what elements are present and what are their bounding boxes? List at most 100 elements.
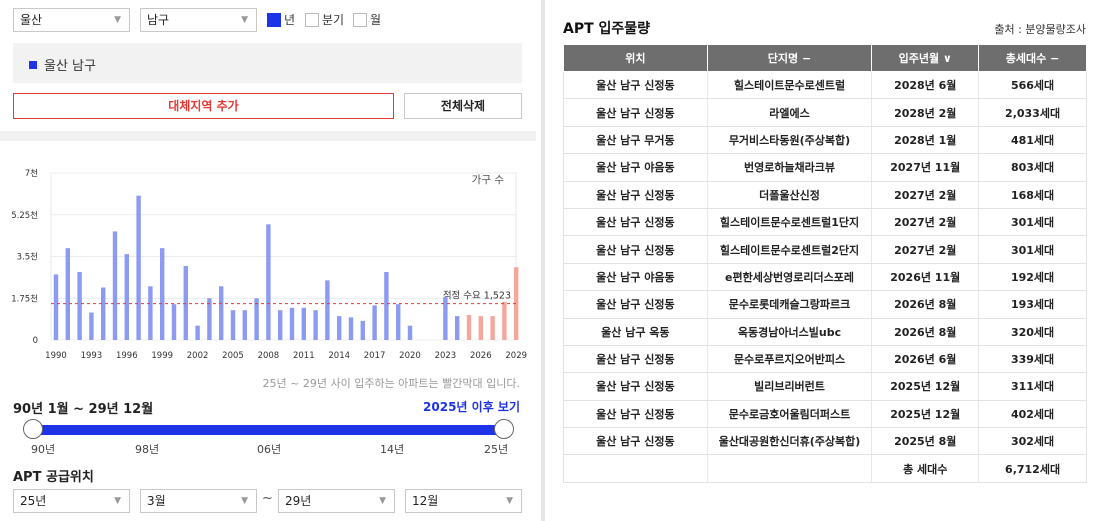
bar-2027 [490,316,495,340]
cell-location: 울산 남구 무거동 [563,126,708,155]
cell-move-in: 2026년 6월 [871,345,979,374]
bar-2015 [348,317,354,340]
y-axis-label: 가구 수 [472,174,505,186]
cell-complex: 빌리브리버런트 [706,372,872,401]
delete-all-button[interactable]: 전체삭제 [404,93,522,119]
bar-2020 [407,325,413,340]
apt-section-title: APT 입주물량 [563,21,651,37]
x-tick-label: 2020 [399,351,421,361]
y-tick-label: 0 [33,336,38,346]
y-tick-label: 7천 [25,168,38,179]
to-month-select[interactable]: 12월 ▼ [405,489,522,513]
checkbox-quarter[interactable]: 분기 [305,11,344,29]
cell-households: 402세대 [978,400,1087,429]
cell-location: 울산 남구 신정동 [563,181,708,209]
x-tick-label: 2014 [328,351,350,361]
table-row[interactable]: 울산 남구 신정동 울산대공원한신더휴(주상복합) 2025년 8월 302세대 [563,427,1087,456]
selected-region-panel: 울산 남구 [13,43,522,83]
column-header-complex[interactable]: 단지명 − [706,44,873,72]
cell-location: 울산 남구 신정동 [563,208,708,237]
legend-square-icon [29,61,37,69]
cell-households: 803세대 [978,153,1087,182]
table-row[interactable]: 울산 남구 무거동 무거비스타동원(주상복합) 2028년 1월 481세대 [563,126,1087,155]
from-month-select[interactable]: 3월 ▼ [140,489,257,513]
x-tick-label: 1999 [151,351,173,361]
table-row[interactable]: 울산 남구 신정동 힐스테이트문수로센트럴 2028년 6월 566세대 [563,71,1087,100]
table-row[interactable]: 울산 남구 신정동 더폴울산신정 2027년 2월 168세대 [563,181,1087,209]
bar-1995 [112,231,118,340]
column-header-move-in[interactable]: 입주년월 ∨ [871,44,980,72]
x-tick-label: 2023 [435,351,457,361]
table-row[interactable]: 울산 남구 신정동 힐스테이트문수로센트럴1단지 2027년 2월 301세대 [563,208,1087,237]
reference-line-value: 1,523 [484,291,511,302]
range-label: 14년 [380,443,405,456]
range-label: 90년 [31,443,56,456]
x-tick-label: 1993 [81,351,103,361]
x-tick-label: 2011 [293,351,315,361]
city-select[interactable]: 울산 ▼ [13,8,130,32]
from-year-select[interactable]: 25년 ▼ [13,489,130,513]
range-slider-start-handle[interactable] [23,419,43,439]
cell-households: 481세대 [978,126,1087,155]
range-slider-track[interactable] [33,425,505,435]
district-select[interactable]: 남구 ▼ [140,8,257,32]
to-year-value: 29년 [285,494,312,508]
range-slider-end-handle[interactable] [494,419,514,439]
after-2025-link[interactable]: 2025년 이후 보기 [423,398,520,415]
y-tick-label: 1.75천 [11,293,38,304]
add-region-button[interactable]: 대체지역 추가 [13,93,394,119]
supply-bar-chart: 0 1.75천 3.5천 5.25천 7천적정 수요 1,523 가구 수 1990 1993 1… [11,168,527,361]
cell-move-in: 2027년 2월 [871,235,979,264]
cell-move-in: 2028년 1월 [871,126,979,155]
city-select-value: 울산 [20,13,43,27]
table-row[interactable]: 울산 남구 신정동 문수로롯데캐슬그랑파르크 2026년 8월 193세대 [563,290,1087,319]
checkbox-month[interactable]: 월 [353,11,381,29]
table-row[interactable]: 울산 남구 신정동 힐스테이트문수로센트럴2단지 2027년 2월 301세대 [563,235,1087,264]
table-row[interactable]: 울산 남구 신정동 문수로금호어울림더퍼스트 2025년 12월 402세대 [563,400,1087,429]
cell-location: 울산 남구 신정동 [563,98,708,127]
to-year-select[interactable]: 29년 ▼ [278,489,395,513]
cell-households: 301세대 [978,208,1087,237]
reference-line-label: 적정 수요 1,523 [443,290,511,302]
bar-2005 [230,310,236,340]
cell-complex: 문수로금호어울림더퍼스트 [706,400,872,429]
cell-complex: 울산대공원한신더휴(주상복합) [706,427,872,456]
range-label: 25년 [484,443,509,456]
apt-supply-table: 위치 단지명 − 입주년월 ∨ 총세대수 − 울산 남구 신정동 힐스테이트문수로… [563,44,1087,483]
table-row[interactable]: 울산 남구 옥동 옥동경남아너스빌ubc 2026년 8월 320세대 [563,318,1087,346]
bar-2008 [266,224,271,340]
checkbox-checked-icon [267,13,281,27]
bar-1994 [101,287,106,340]
bar-2024 [455,316,460,340]
x-tick-label: 1996 [116,351,138,361]
bar-1990 [53,274,59,340]
column-header-households[interactable]: 총세대수 − [978,44,1087,72]
cell-move-in: 2028년 6월 [871,71,979,100]
district-select-value: 남구 [147,13,170,27]
bar-2018 [384,272,389,340]
chart-note: 25년 ~ 29년 사이 입주하는 아파트는 빨간막대 입니다. [262,377,520,390]
range-title: 90년 1월 ~ 29년 12월 [13,402,154,417]
table-row[interactable]: 울산 남구 신정동 문수로푸르지오어반피스 2026년 6월 339세대 [563,345,1087,374]
cell-move-in: 2027년 2월 [871,181,979,209]
cell-move-in: 2025년 8월 [871,427,979,456]
cell-complex: 무거비스타동원(주상복합) [706,126,872,155]
left-panel: 울산 ▼ 남구 ▼ 년 분기 월 울산 남구 대체지역 추가 전체삭제 0 1.7… [0,0,536,521]
cell-households: 192세대 [978,263,1087,292]
bar-2009 [278,310,283,340]
cell-households: 2,033세대 [978,98,1087,127]
table-row[interactable]: 울산 남구 야음동 e편한세상번영로리더스포레 2026년 11월 192세대 [563,263,1087,292]
checkbox-year[interactable]: 년 [267,11,295,29]
bar-1998 [148,286,153,340]
table-row[interactable]: 울산 남구 야음동 번영로하늘채라크뷰 2027년 11월 803세대 [563,153,1087,182]
checkbox-icon [305,13,319,27]
bar-1992 [77,272,82,340]
region-item[interactable]: 울산 남구 [29,55,96,74]
table-row[interactable]: 울산 남구 신정동 빌리브리버런트 2025년 12월 311세대 [563,372,1087,401]
cell-location: 울산 남구 신정동 [563,372,708,401]
bar-2026 [478,316,483,340]
total-label: 총 세대수 [871,454,979,483]
cell-location: 울산 남구 신정동 [563,427,708,456]
cell-households: 301세대 [978,235,1087,264]
table-row[interactable]: 울산 남구 신정동 라엘에스 2028년 2월 2,033세대 [563,98,1087,127]
